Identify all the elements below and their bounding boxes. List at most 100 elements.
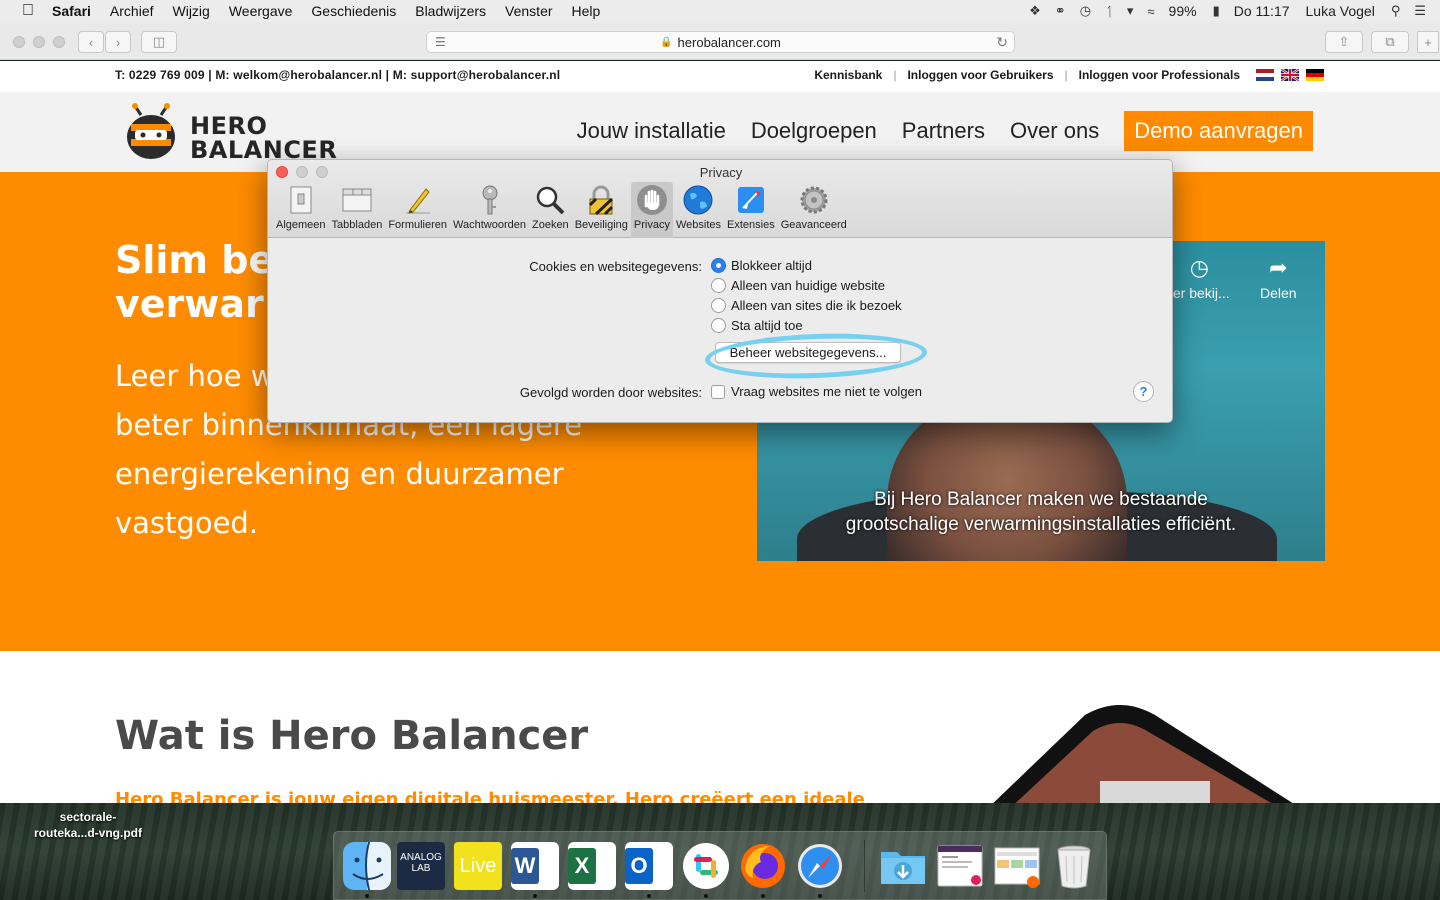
sync-icon[interactable]: ⚭ <box>1055 3 1066 19</box>
excel-icon[interactable]: X <box>568 842 616 890</box>
reload-icon[interactable]: ↻ <box>996 34 1008 51</box>
share-arrow-icon: ➦ <box>1269 255 1288 280</box>
radio-sta-altijd-toe[interactable]: Sta altijd toe <box>711 318 803 333</box>
bluetooth-icon[interactable]: ᛐ <box>1105 4 1113 19</box>
flag-de-icon[interactable] <box>1306 69 1324 81</box>
nav-over-ons[interactable]: Over ons <box>1010 118 1099 144</box>
watch-later-button[interactable]: ◷ ter bekij... <box>1169 255 1230 301</box>
radio-button[interactable] <box>711 298 726 313</box>
nav-doelgroepen[interactable]: Doelgroepen <box>751 118 877 144</box>
live-icon[interactable]: Live <box>454 842 502 890</box>
tab-zoeken[interactable]: Zoeken <box>529 182 572 238</box>
clock[interactable]: Do 11:17 <box>1234 3 1290 19</box>
menu-weergave[interactable]: Weergave <box>229 3 293 19</box>
watch-later-label: ter bekij... <box>1169 285 1230 301</box>
sidebar-button[interactable]: ◫ <box>141 31 177 53</box>
forward-button[interactable]: › <box>105 31 131 53</box>
finder-icon[interactable] <box>343 842 391 890</box>
stack-icon[interactable] <box>936 842 984 890</box>
tab-algemeen[interactable]: Algemeen <box>273 182 329 238</box>
link-inloggen-gebruikers[interactable]: Inloggen voor Gebruikers <box>907 68 1053 82</box>
tab-websites[interactable]: Websites <box>673 182 724 238</box>
menu-bladwijzers[interactable]: Bladwijzers <box>415 3 486 19</box>
outlook-icon[interactable]: O <box>625 842 673 890</box>
share-button[interactable]: ⇧ <box>1325 31 1363 53</box>
site-logo[interactable]: HERO BALANCER <box>190 114 337 162</box>
word-icon[interactable]: W <box>511 842 559 890</box>
lock-icon: 🔒 <box>660 36 673 48</box>
menu-bar:  Safari Archief Wijzig Weergave Geschie… <box>0 0 1440 22</box>
time-machine-icon[interactable]: ◷ <box>1080 3 1091 19</box>
chevron-right-icon: › <box>115 34 121 50</box>
wifi-icon[interactable]: ≈ <box>1147 4 1154 19</box>
new-tab-button[interactable]: + <box>1417 31 1439 53</box>
tab-formulieren[interactable]: Formulieren <box>385 182 450 238</box>
user-name[interactable]: Luka Vogel <box>1306 3 1375 19</box>
dropbox-icon[interactable]: ❖ <box>1029 3 1041 19</box>
tab-beveiliging[interactable]: Beveiliging <box>572 182 631 238</box>
share-video-button[interactable]: ➦ Delen <box>1260 255 1297 301</box>
radio-button-selected[interactable] <box>711 258 726 273</box>
battery-icon[interactable]: ▮ <box>1213 3 1220 19</box>
radio-alleen-sites-bezoek[interactable]: Alleen van sites die ik bezoek <box>711 298 902 313</box>
tab-extensies[interactable]: Extensies <box>724 182 778 238</box>
battery-percent[interactable]: 99% <box>1169 3 1197 19</box>
desktop-file-pdf[interactable]: sectorale- routeka...d-vng.pdf <box>24 809 152 841</box>
share-label: Delen <box>1260 285 1297 301</box>
menu-venster[interactable]: Venster <box>505 3 552 19</box>
downloads-folder-icon[interactable] <box>879 842 927 890</box>
address-bar[interactable]: ☰ 🔒 herobalancer.com ↻ <box>426 31 1015 53</box>
dialog-title: Privacy <box>699 165 743 180</box>
tab-overview-button[interactable]: ⧉ <box>1371 31 1409 53</box>
analog-lab-icon[interactable]: ANALOG LAB <box>397 842 445 890</box>
apple-menu-icon[interactable]:  <box>18 2 38 20</box>
running-indicator <box>818 894 822 898</box>
radio-blokkeer-altijd[interactable]: Blokkeer altijd <box>711 258 812 273</box>
running-indicator <box>647 894 651 898</box>
manage-website-data-button[interactable]: Beheer websitegegevens... <box>715 342 901 363</box>
menu-archief[interactable]: Archief <box>110 3 154 19</box>
flag-uk-icon[interactable] <box>1281 69 1299 81</box>
flag-nl-icon[interactable] <box>1256 69 1274 81</box>
menu-geschiedenis[interactable]: Geschiedenis <box>311 3 396 19</box>
tab-wachtwoorden[interactable]: Wachtwoorden <box>450 182 529 238</box>
spotlight-search-icon[interactable]: ⚲ <box>1391 3 1401 19</box>
window-minimize-button[interactable] <box>33 36 45 48</box>
radio-alleen-huidige-website[interactable]: Alleen van huidige website <box>711 278 885 293</box>
firefox-icon[interactable] <box>739 842 787 890</box>
menu-help[interactable]: Help <box>572 3 601 19</box>
tab-label: Formulieren <box>388 219 448 231</box>
tab-tabbladen[interactable]: Tabbladen <box>329 182 386 238</box>
clock-icon: ◷ <box>1189 255 1209 280</box>
checkbox[interactable] <box>711 384 725 399</box>
window-zoom-button[interactable] <box>53 36 65 48</box>
bee-logo-icon[interactable] <box>121 102 181 162</box>
demo-aanvragen-button[interactable]: Demo aanvragen <box>1124 111 1313 151</box>
link-kennisbank[interactable]: Kennisbank <box>814 68 882 82</box>
tab-privacy[interactable]: Privacy <box>630 182 673 238</box>
analog-label-1: ANALOG <box>400 852 442 863</box>
notification-center-icon[interactable]: ☰ <box>1414 3 1426 19</box>
menu-wijzig[interactable]: Wijzig <box>173 3 210 19</box>
tab-label: Zoeken <box>531 219 569 231</box>
nav-partners[interactable]: Partners <box>902 118 985 144</box>
radio-button[interactable] <box>711 278 726 293</box>
about-section: Wat is Hero Balancer Hero Balancer is jo… <box>0 651 1440 803</box>
do-not-track-checkbox[interactable]: Vraag websites me niet te volgen <box>711 384 922 399</box>
stack-icon-2[interactable] <box>993 842 1041 890</box>
tab-label: Algemeen <box>276 219 326 231</box>
window-close-button[interactable] <box>13 36 25 48</box>
back-button[interactable]: ‹ <box>78 31 104 53</box>
link-inloggen-professionals[interactable]: Inloggen voor Professionals <box>1079 68 1240 82</box>
radio-button[interactable] <box>711 318 726 333</box>
safari-icon[interactable] <box>796 842 844 890</box>
tab-geavanceerd[interactable]: Geavanceerd <box>778 182 850 238</box>
reader-icon[interactable]: ☰ <box>435 35 446 49</box>
help-button[interactable]: ? <box>1133 381 1154 402</box>
contact-info[interactable]: T: 0229 769 009 | M: welkom@herobalancer… <box>115 68 560 82</box>
nav-jouw-installatie[interactable]: Jouw installatie <box>577 118 726 144</box>
trash-icon[interactable] <box>1050 842 1098 890</box>
volume-icon[interactable]: ▾ <box>1127 3 1134 19</box>
menu-app-safari[interactable]: Safari <box>52 3 91 19</box>
slack-icon[interactable] <box>682 842 730 890</box>
